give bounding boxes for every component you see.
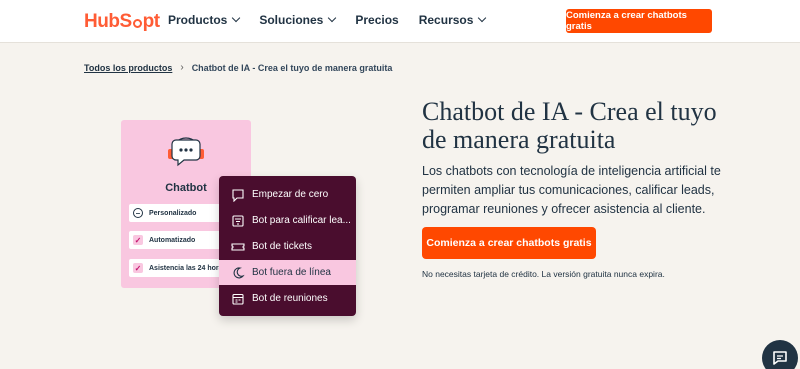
ticket-icon bbox=[231, 242, 245, 251]
chevron-down-icon bbox=[328, 13, 337, 23]
chat-square-icon bbox=[232, 188, 244, 202]
sprocket-icon bbox=[132, 18, 142, 28]
nav-item-soluciones[interactable]: Soluciones bbox=[259, 13, 337, 27]
nav-item-productos[interactable]: Productos bbox=[168, 13, 241, 27]
chevron-right-icon: › bbox=[180, 62, 184, 73]
menu-item-tickets[interactable]: Bot de tickets bbox=[219, 234, 356, 259]
chatbot-headset-icon bbox=[168, 137, 204, 167]
nav-item-recursos[interactable]: Recursos bbox=[419, 13, 487, 27]
logo-text-end: pt bbox=[142, 11, 160, 32]
chevron-down-icon bbox=[478, 13, 487, 23]
filter-icon bbox=[232, 214, 244, 227]
check-icon: ✓ bbox=[133, 263, 143, 273]
bot-type-menu: Empezar de cero Bot para calificar lea..… bbox=[219, 176, 356, 316]
site-header: Hub Spt Productos Soluciones Precios Recu… bbox=[0, 0, 800, 43]
breadcrumb-current: Chatbot de IA - Crea el tuyo de manera g… bbox=[191, 62, 393, 73]
hero-description: Los chatbots con tecnología de inteligen… bbox=[422, 164, 721, 216]
chat-bubble-icon bbox=[773, 351, 787, 365]
check-icon: ✓ bbox=[133, 235, 143, 245]
breadcrumb-link-products[interactable]: Todos los productos bbox=[84, 63, 172, 73]
moon-icon bbox=[233, 266, 245, 278]
breadcrumb: Todos los productos › Chatbot de IA - Cr… bbox=[84, 62, 392, 73]
page-title: Chatbot de IA - Crea el tuyo de manera g… bbox=[422, 97, 717, 154]
menu-item-empezar[interactable]: Empezar de cero bbox=[219, 182, 356, 207]
main-nav: Productos Soluciones Precios Recursos bbox=[168, 13, 505, 27]
hero-note: No necesitas tarjeta de crédito. La vers… bbox=[422, 269, 665, 279]
hubspot-logo[interactable]: Hub Spt bbox=[84, 11, 160, 33]
menu-item-fuera-de-linea[interactable]: Bot fuera de línea bbox=[219, 260, 356, 285]
chevron-down-icon bbox=[232, 13, 241, 23]
calendar-icon bbox=[232, 293, 244, 305]
logo-text: Hub bbox=[84, 11, 120, 32]
chat-launcher-button[interactable] bbox=[762, 340, 798, 369]
nav-item-precios[interactable]: Precios bbox=[355, 13, 398, 27]
menu-item-reuniones[interactable]: Bot de reuniones bbox=[219, 286, 356, 311]
hero-cta-button[interactable]: Comienza a crear chatbots gratis bbox=[422, 227, 596, 259]
header-cta-button[interactable]: Comienza a crear chatbots gratis bbox=[566, 9, 712, 33]
menu-item-calificar[interactable]: Bot para calificar lea... bbox=[219, 208, 356, 233]
minus-circle-icon: – bbox=[133, 208, 143, 218]
